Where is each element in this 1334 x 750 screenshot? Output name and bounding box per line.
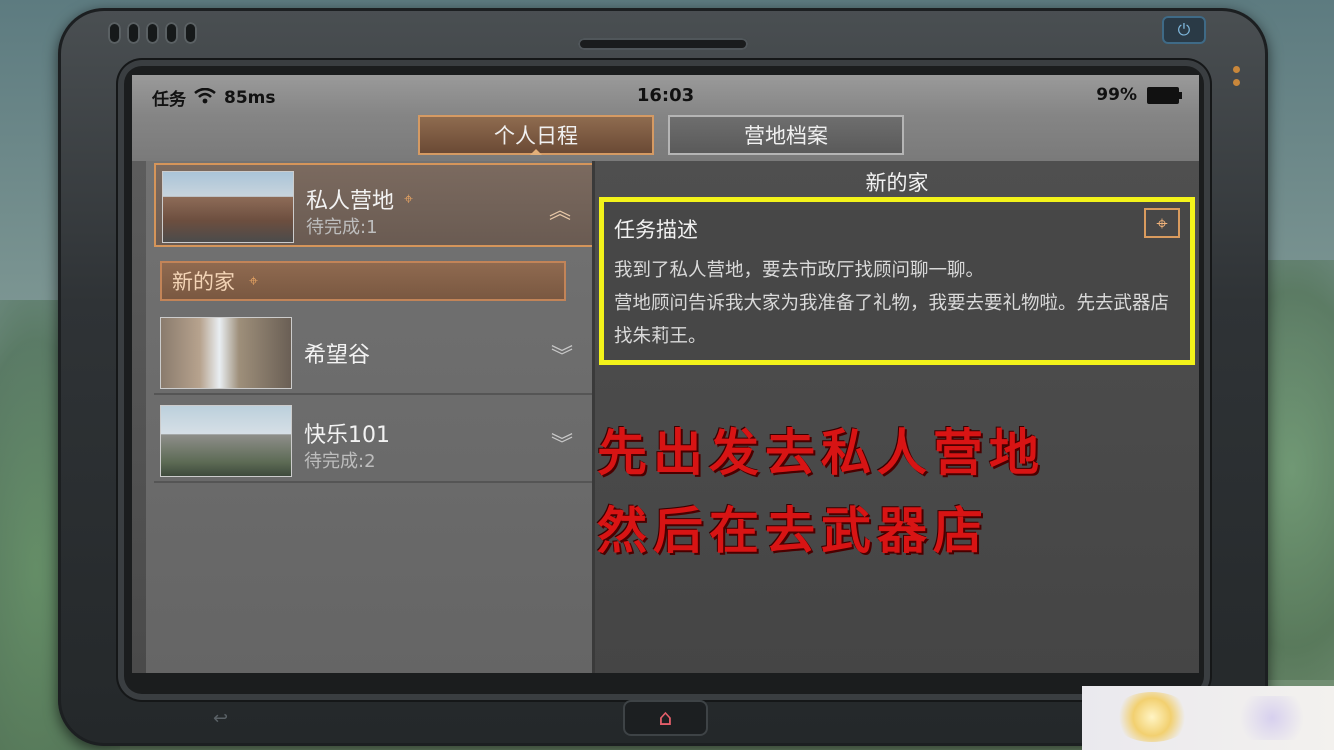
camp-thumbnail xyxy=(162,171,294,243)
chevron-down-icon[interactable]: ︾ xyxy=(550,339,574,370)
chevron-up-icon[interactable]: ︽ xyxy=(548,193,572,224)
tab-bar: 个人日程 营地档案 xyxy=(132,115,1199,161)
camp-thumbnail xyxy=(160,405,292,477)
indicator-lights xyxy=(1233,66,1240,86)
task-description-box: 任务描述 ⌖ 我到了私人营地，要去市政厅找顾问聊一聊。 营地顾问告诉我大家为我准… xyxy=(599,197,1195,365)
description-heading: 任务描述 xyxy=(614,218,698,242)
power-icon[interactable]: ⏻ xyxy=(1162,16,1206,44)
camp-name: 希望谷 xyxy=(304,343,371,368)
locate-icon: ⌖ xyxy=(404,189,414,208)
screen: 任务 85ms 16:03 99% 个人日程 营地档案 私人营地 ⌖ 待完成:1… xyxy=(132,75,1199,673)
subtask-label: 新的家 xyxy=(172,270,235,294)
camp-item-happy101[interactable]: 快乐101 待完成:2 ︾ xyxy=(154,399,594,483)
camp-thumbnail xyxy=(160,317,292,389)
tab-camp-archive[interactable]: 营地档案 xyxy=(668,115,904,155)
annotation-line-1: 先出发去私人营地 xyxy=(597,423,1045,482)
speaker-grille xyxy=(108,22,197,44)
clock: 16:03 xyxy=(636,85,695,106)
description-text: 我到了私人营地，要去市政厅找顾问聊一聊。 营地顾问告诉我大家为我准备了礼物，我要… xyxy=(614,260,1170,347)
camp-item-hope-valley[interactable]: 希望谷 ︾ xyxy=(154,311,594,395)
back-icon[interactable]: ↩ xyxy=(213,708,228,729)
locate-icon: ⌖ xyxy=(249,271,259,290)
task-detail-panel: 新的家 任务描述 ⌖ 我到了私人营地，要去市政厅找顾问聊一聊。 营地顾问告诉我大… xyxy=(595,161,1199,673)
camp-pending: 待完成:2 xyxy=(304,451,376,472)
status-bar: 任务 85ms 16:03 99% xyxy=(132,75,1199,115)
camp-name: 快乐101 xyxy=(304,423,390,448)
tab-personal-schedule[interactable]: 个人日程 xyxy=(418,115,654,155)
battery-percent: 99% xyxy=(1096,85,1137,105)
watermark-logo xyxy=(1082,686,1334,750)
camp-pending: 待完成:1 xyxy=(306,217,378,238)
subtask-item[interactable]: 新的家 ⌖ xyxy=(160,261,566,301)
top-slot xyxy=(578,38,748,50)
camp-item-private[interactable]: 私人营地 ⌖ 待完成:1 ︽ xyxy=(154,163,594,247)
home-icon[interactable]: ⌂ xyxy=(623,700,708,736)
task-title: 新的家 xyxy=(865,171,929,195)
camp-name: 私人营地 xyxy=(306,189,395,214)
annotation-line-2: 然后在去武器店 xyxy=(597,501,989,560)
target-icon[interactable]: ⌖ xyxy=(1144,208,1180,238)
camp-list: 私人营地 ⌖ 待完成:1 ︽ 新的家 ⌖ 希望谷 ︾ 快乐101 待完成:2 ︾ xyxy=(146,161,594,673)
chevron-down-icon[interactable]: ︾ xyxy=(550,427,574,458)
battery-icon xyxy=(1147,86,1182,104)
